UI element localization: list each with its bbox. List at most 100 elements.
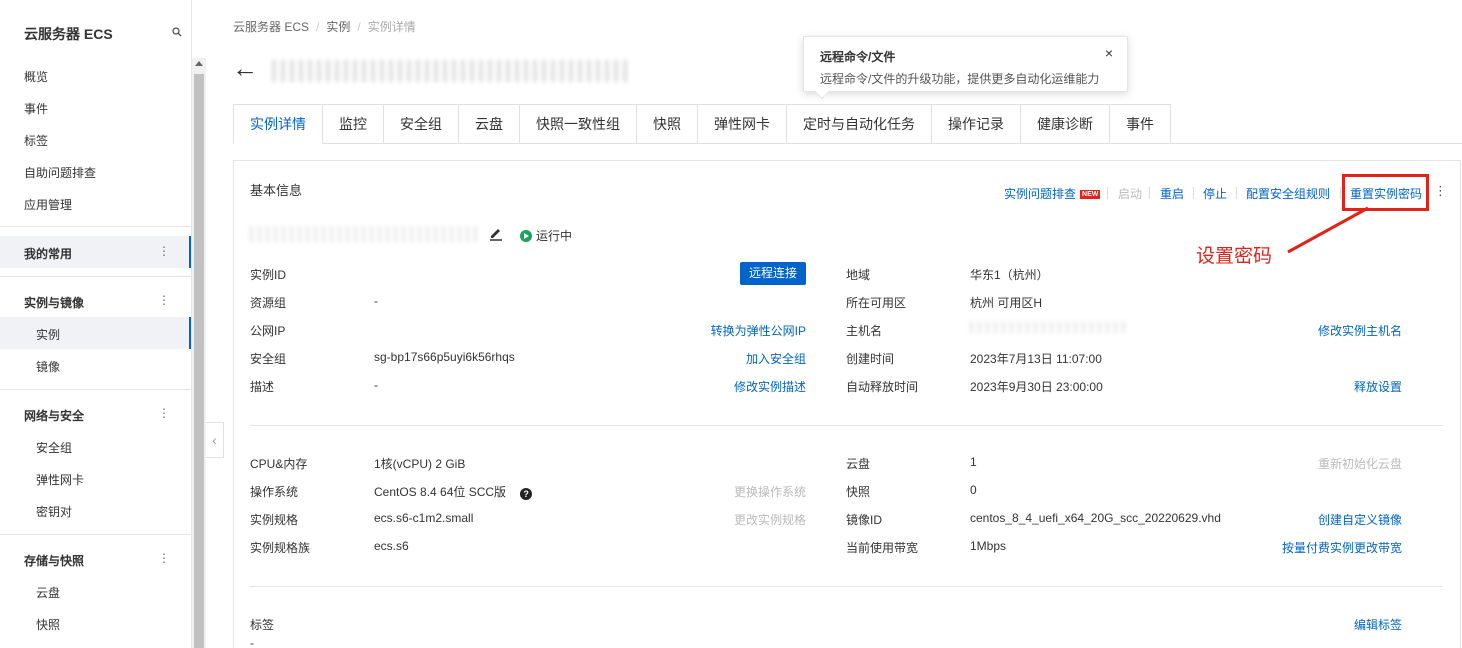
sidebar-item-snapshots[interactable]: 快照 (36, 616, 60, 633)
sidebar-group-favorites[interactable]: 我的常用 ⋮ (0, 236, 191, 268)
more-icon[interactable]: ⋮ (158, 244, 170, 258)
sidebar-group-label: 网络与安全 (24, 409, 85, 423)
sidebar-item-disks[interactable]: 云盘 (36, 584, 60, 601)
section-divider (250, 586, 1443, 587)
back-arrow-icon[interactable]: ← (232, 55, 258, 81)
sidebar-item-events[interactable]: 事件 (24, 100, 48, 117)
tab-eni[interactable]: 弹性网卡 (698, 104, 787, 144)
scroll-up-icon[interactable] (195, 61, 203, 66)
release-time-value: 2023年9月30日 23:00:00 (970, 380, 1103, 394)
sidebar-item-images[interactable]: 镜像 (36, 358, 60, 375)
sidebar-item-overview[interactable]: 概览 (24, 68, 48, 85)
troubleshoot-link[interactable]: 实例问题排查 NEW (1004, 185, 1101, 202)
sidebar-divider (0, 226, 191, 227)
convert-eip-link[interactable]: 转换为弹性公网IP (711, 322, 806, 339)
restart-button[interactable]: 重启 (1160, 185, 1184, 202)
collapse-sidebar-button[interactable]: ‹ (206, 422, 224, 458)
scrollbar-thumb[interactable] (194, 74, 204, 648)
security-group-link[interactable]: sg-bp17s66p5uyi6k56rhqs (374, 350, 515, 364)
region-label: 地域 (846, 268, 871, 282)
sidebar-group-network-security[interactable]: 网络与安全 ⋮ (0, 398, 191, 430)
status-badge: 运行中 (520, 227, 572, 244)
sidebar-divider (0, 534, 191, 535)
annotation-arrow (1287, 206, 1369, 254)
bandwidth-label: 当前使用带宽 (846, 541, 919, 555)
image-id-value: centos_8_4_uefi_x64_20G_scc_20220629.vhd (970, 511, 1221, 525)
breadcrumb-instances[interactable]: 实例 (326, 20, 350, 34)
basic-info-title: 基本信息 (250, 183, 303, 198)
action-separator (1236, 187, 1237, 199)
action-separator (1107, 187, 1108, 199)
stop-button[interactable]: 停止 (1203, 185, 1227, 202)
change-os-link[interactable]: 更换操作系统 (734, 483, 806, 500)
change-spec-link[interactable]: 更改实例规格 (734, 511, 806, 528)
tab-health-diagnosis[interactable]: 健康诊断 (1021, 104, 1110, 144)
sidebar-scrollbar[interactable] (192, 58, 206, 648)
edit-tags-link[interactable]: 编辑标签 (1354, 616, 1402, 633)
tab-operation-logs[interactable]: 操作记录 (932, 104, 1021, 144)
edit-icon[interactable] (488, 225, 504, 241)
reinit-disk-link[interactable]: 重新初始化云盘 (1318, 455, 1402, 472)
tooltip-arrow (814, 84, 830, 100)
disk-count-link[interactable]: 1 (970, 455, 977, 469)
breadcrumb-current: 实例详情 (367, 20, 416, 34)
tab-disks[interactable]: 云盘 (459, 104, 520, 144)
help-icon[interactable]: ? (520, 488, 533, 500)
more-icon[interactable]: ⋮ (158, 293, 170, 307)
start-button[interactable]: 启动 (1118, 185, 1142, 202)
search-icon[interactable] (172, 27, 182, 37)
instance-name-redacted (250, 226, 480, 242)
cpu-mem-value: 1核(vCPU) 2 GiB (374, 457, 466, 471)
tab-security-groups[interactable]: 安全组 (384, 104, 459, 144)
snapshot-label: 快照 (846, 485, 871, 499)
bandwidth-value: 1Mbps (970, 539, 1007, 553)
sidebar-item-self-troubleshoot[interactable]: 自助问题排查 (24, 164, 96, 181)
hostname-redacted (970, 321, 1130, 333)
cpu-mem-label: CPU&内存 (250, 457, 308, 471)
disk-label: 云盘 (846, 457, 871, 471)
sidebar-item-app-management[interactable]: 应用管理 (24, 196, 72, 213)
more-actions-icon[interactable]: ⋮ (1434, 184, 1447, 198)
sidebar-item-tags[interactable]: 标签 (24, 132, 48, 149)
feature-tooltip: 远程命令/文件 远程命令/文件的升级功能，提供更多自动化运维能力 × (803, 36, 1128, 100)
edit-hostname-link[interactable]: 修改实例主机名 (1318, 322, 1402, 339)
more-icon[interactable]: ⋮ (158, 406, 170, 420)
action-separator (1193, 187, 1194, 199)
tab-scheduled-tasks[interactable]: 定时与自动化任务 (787, 104, 932, 144)
new-badge: NEW (1080, 190, 1101, 200)
sidebar-divider (0, 389, 191, 390)
more-icon[interactable]: ⋮ (158, 551, 170, 565)
tab-snapshots[interactable]: 快照 (637, 104, 698, 144)
tab-instance-details[interactable]: 实例详情 (233, 104, 323, 144)
sidebar-item-security-groups[interactable]: 安全组 (36, 439, 72, 456)
created-label: 创建时间 (846, 352, 895, 366)
spec-link[interactable]: ecs.s6-c1m2.small (374, 511, 473, 525)
remote-connect-button[interactable]: 远程连接 (740, 262, 806, 285)
close-icon[interactable]: × (1105, 45, 1113, 61)
release-settings-link[interactable]: 释放设置 (1354, 378, 1402, 395)
sidebar-group-storage-snapshots[interactable]: 存储与快照 ⋮ (0, 543, 191, 575)
create-image-link[interactable]: 创建自定义镜像 (1318, 511, 1402, 528)
change-bandwidth-link[interactable]: 按量付费实例更改带宽 (1282, 539, 1402, 556)
edit-description-link[interactable]: 修改实例描述 (734, 378, 806, 395)
annotation-label: 设置密码 (1196, 246, 1273, 267)
tab-monitoring[interactable]: 监控 (323, 104, 384, 144)
hostname-label: 主机名 (846, 324, 883, 338)
join-security-group-link[interactable]: 加入安全组 (746, 350, 806, 367)
security-group-label: 安全组 (250, 352, 287, 366)
sidebar-group-label: 实例与镜像 (24, 296, 85, 310)
tags-label: 标签 (250, 618, 275, 632)
config-security-group-rules-link[interactable]: 配置安全组规则 (1246, 185, 1330, 202)
sidebar-item-eni[interactable]: 弹性网卡 (36, 471, 84, 488)
spec-family-value: ecs.s6 (374, 539, 409, 553)
tab-events[interactable]: 事件 (1110, 104, 1171, 144)
tooltip-title: 远程命令/文件 (820, 50, 896, 64)
sidebar-item-instances[interactable]: 实例 (36, 326, 60, 343)
sidebar-item-keypairs[interactable]: 密钥对 (36, 503, 72, 520)
breadcrumb-ecs[interactable]: 云服务器 ECS (233, 20, 309, 34)
snapshot-count-link[interactable]: 0 (970, 483, 977, 497)
zone-label: 所在可用区 (846, 296, 907, 310)
sidebar-group-instances-images[interactable]: 实例与镜像 ⋮ (0, 285, 191, 317)
tab-snapshot-consistency-groups[interactable]: 快照一致性组 (520, 104, 637, 144)
sidebar: 云服务器 ECS 概览 事件 标签 自助问题排查 应用管理 我的常用 ⋮ 实例与… (0, 0, 192, 648)
